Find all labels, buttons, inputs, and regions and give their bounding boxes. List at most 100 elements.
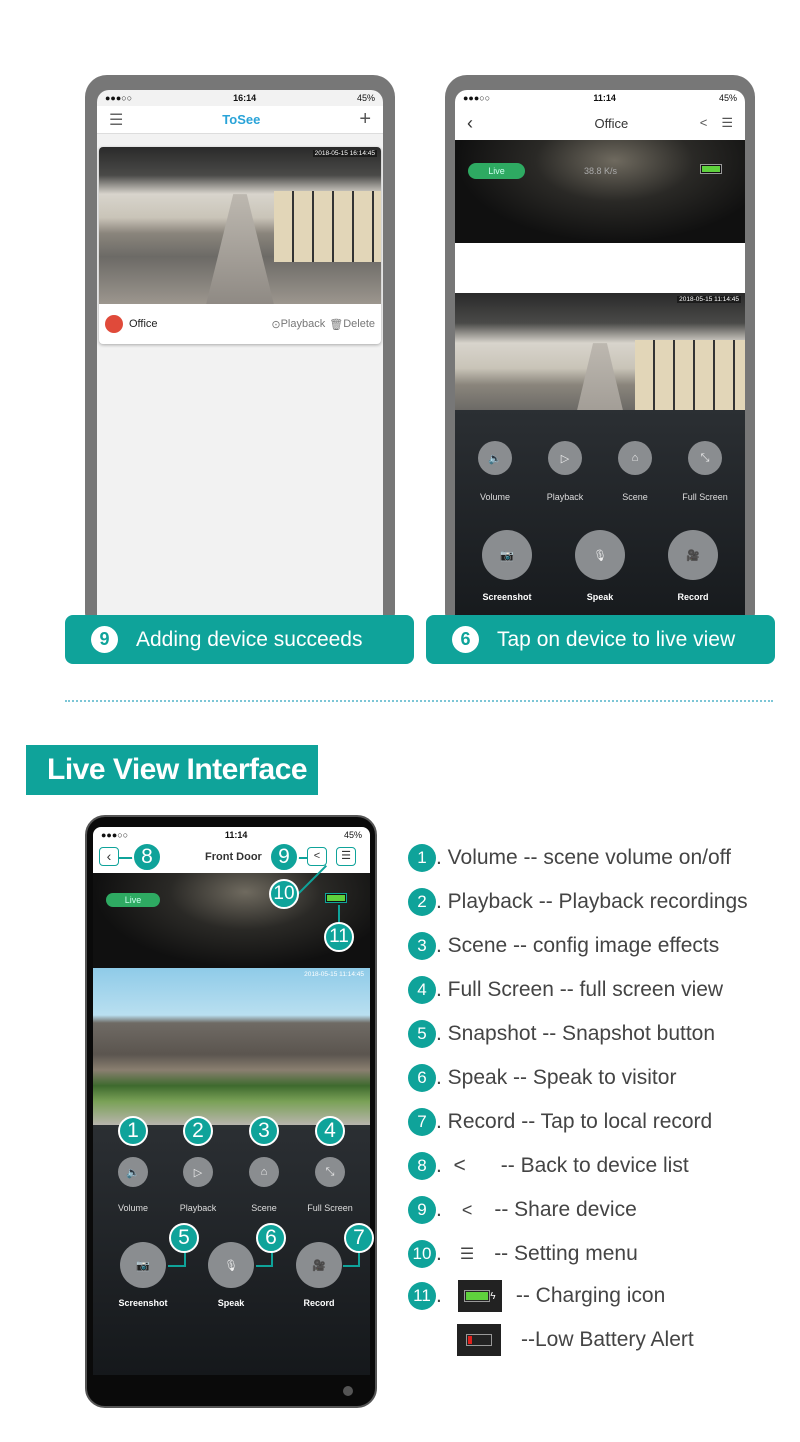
leader-line <box>343 1265 360 1267</box>
legend-item-back: 8. < -- Back to device list <box>408 1151 689 1181</box>
playback-button[interactable]: ▷ <box>548 441 582 475</box>
fullscreen-label: Full Screen <box>682 492 728 502</box>
volume-button[interactable]: 🔈 <box>478 441 512 475</box>
fullscreen-label: Full Screen <box>307 1203 353 1213</box>
nav-bar: ☰ ToSee + <box>97 106 383 134</box>
live-frontdoor-screen: ●●●○○ 11:14 45% Front Door ‹ < ☰ Live 2018… <box>93 827 370 1375</box>
legend-number: 5 <box>408 1020 436 1048</box>
legend-item-scene: 3. Scene -- config image effects <box>408 931 719 961</box>
dotted-divider <box>65 700 773 702</box>
back-icon[interactable]: ‹ <box>99 847 119 866</box>
leader-line <box>256 1265 273 1267</box>
share-icon[interactable]: < <box>700 115 708 130</box>
badge-2: 2 <box>183 1116 213 1146</box>
delete-link[interactable]: Delete <box>343 318 375 330</box>
share-icon: < <box>461 1199 473 1220</box>
device-card[interactable]: 2018-05-15 16:14:45 Office ⊙ Playback 🗑 … <box>99 147 381 344</box>
legend-number: 3 <box>408 932 436 960</box>
step-text: Adding device succeeds <box>136 627 363 651</box>
playback-button[interactable]: ▷ <box>183 1157 213 1187</box>
legend-item-record: 7. Record -- Tap to local record <box>408 1107 712 1137</box>
volume-button[interactable]: 🔈 <box>118 1157 148 1187</box>
settings-sliders-icon: ☰ <box>459 1246 475 1263</box>
legend-item-settings: 10. ☰ -- Setting menu <box>408 1239 638 1269</box>
camera-thumbnail[interactable]: 2018-05-15 16:14:45 <box>99 147 381 304</box>
screenshot-button[interactable]: 📷 <box>120 1242 166 1288</box>
legend-text: . Speak -- Speak to visitor <box>436 1066 677 1089</box>
step-banner-live: 6 Tap on device to live view <box>426 615 775 664</box>
plus-icon[interactable]: + <box>359 108 371 131</box>
leader-line <box>119 857 133 859</box>
screenshot-label: Screenshot <box>118 1298 168 1308</box>
battery-charging-icon: ϟ <box>457 1280 502 1312</box>
scene-button[interactable]: ⌂ <box>618 441 652 475</box>
scene-button[interactable]: ⌂ <box>249 1157 279 1187</box>
device-name: Office <box>129 318 158 330</box>
device-list-screen: ●●●○○ 16:14 45% ☰ ToSee + 2018-05-15 16:14… <box>97 90 383 630</box>
camera-icon <box>105 315 123 333</box>
scene-label: Scene <box>251 1203 277 1213</box>
record-button[interactable]: 🎥 <box>296 1242 342 1288</box>
badge-6: 6 <box>256 1223 286 1253</box>
status-bar: ●●●○○ 11:14 45% <box>463 93 737 103</box>
status-bar: ●●●○○ 16:14 45% <box>105 93 375 103</box>
home-button <box>343 1386 353 1396</box>
legend-number: 8 <box>408 1152 436 1180</box>
fullscreen-button[interactable]: ⤡ <box>688 441 722 475</box>
trash-icon: 🗑 <box>329 318 344 331</box>
record-button[interactable]: 🎥 <box>668 530 718 580</box>
hamburger-icon[interactable]: ☰ <box>109 110 123 130</box>
legend-text: . Scene -- config image effects <box>436 934 720 957</box>
screenshot-button[interactable]: 📷 <box>482 530 532 580</box>
legend-text: --Low Battery Alert <box>521 1328 694 1351</box>
live-badge: Live <box>468 163 525 179</box>
device-title: Office <box>594 115 629 131</box>
battery-charging-icon <box>325 893 347 903</box>
status-bar: ●●●○○ 11:14 45% <box>101 830 362 840</box>
badge-4: 4 <box>315 1116 345 1146</box>
step-banner-adding: 9 Adding device succeeds <box>65 615 414 664</box>
back-icon[interactable]: ‹ <box>467 113 473 134</box>
section-title: Live View Interface <box>26 745 318 795</box>
badge-9: 9 <box>269 842 299 872</box>
share-icon[interactable]: < <box>307 847 327 866</box>
legend-text: . Record -- Tap to local record <box>436 1110 713 1133</box>
legend-number: 9 <box>408 1196 436 1224</box>
control-panel: 🔈 ▷ ⌂ ⤡ Volume Playback Scene Full Scree… <box>455 410 745 630</box>
legend-number: 2 <box>408 888 436 916</box>
bitrate: 38.8 K/s <box>584 166 618 176</box>
legend-text: . Full Screen -- full screen view <box>436 978 724 1001</box>
nav-actions: < ☰ <box>700 115 733 131</box>
speak-button[interactable]: 🎙 <box>208 1242 254 1288</box>
playback-link[interactable]: Playback <box>281 318 326 330</box>
legend-item-low-battery: --Low Battery Alert <box>408 1324 694 1356</box>
playback-label: Playback <box>179 1203 217 1213</box>
volume-label: Volume <box>479 492 511 502</box>
legend-number: 7 <box>408 1108 436 1136</box>
nav-bar: ‹ Office < ☰ <box>455 106 745 140</box>
legend-item-volume: 1. Volume -- scene volume on/off <box>408 843 731 873</box>
badge-3: 3 <box>249 1116 279 1146</box>
fullscreen-button[interactable]: ⤡ <box>315 1157 345 1187</box>
live-video[interactable]: 2018-05-15 11:14:45 <box>93 968 370 1125</box>
settings-sliders-icon[interactable]: ☰ <box>336 847 356 866</box>
device-title: Front Door <box>205 851 262 863</box>
legend-dot: . <box>436 1198 442 1221</box>
battery-low-icon <box>457 1324 501 1356</box>
control-panel: 🔈 ▷ ⌂ ⤡ Volume Playback Scene Full Scree… <box>93 1125 370 1375</box>
legend-item-playback: 2. Playback -- Playback recordings <box>408 887 748 917</box>
legend-text: . < -- Back to device list <box>436 1154 689 1177</box>
volume-label: Volume <box>117 1203 149 1213</box>
play-circle-icon: ⊙ <box>271 318 281 331</box>
badge-5: 5 <box>169 1223 199 1253</box>
legend-text: -- Share device <box>494 1198 637 1221</box>
speak-button[interactable]: 🎙 <box>575 530 625 580</box>
step-number: 9 <box>91 626 118 653</box>
settings-sliders-icon[interactable]: ☰ <box>721 115 733 130</box>
legend-item-snapshot: 5. Snapshot -- Snapshot button <box>408 1019 715 1049</box>
speak-label: Speak <box>217 1298 245 1308</box>
leader-line <box>168 1265 186 1267</box>
app-title: ToSee <box>222 112 261 127</box>
live-badge: Live <box>106 893 160 907</box>
live-header-area: Live 38.8 K/s <box>455 140 745 243</box>
